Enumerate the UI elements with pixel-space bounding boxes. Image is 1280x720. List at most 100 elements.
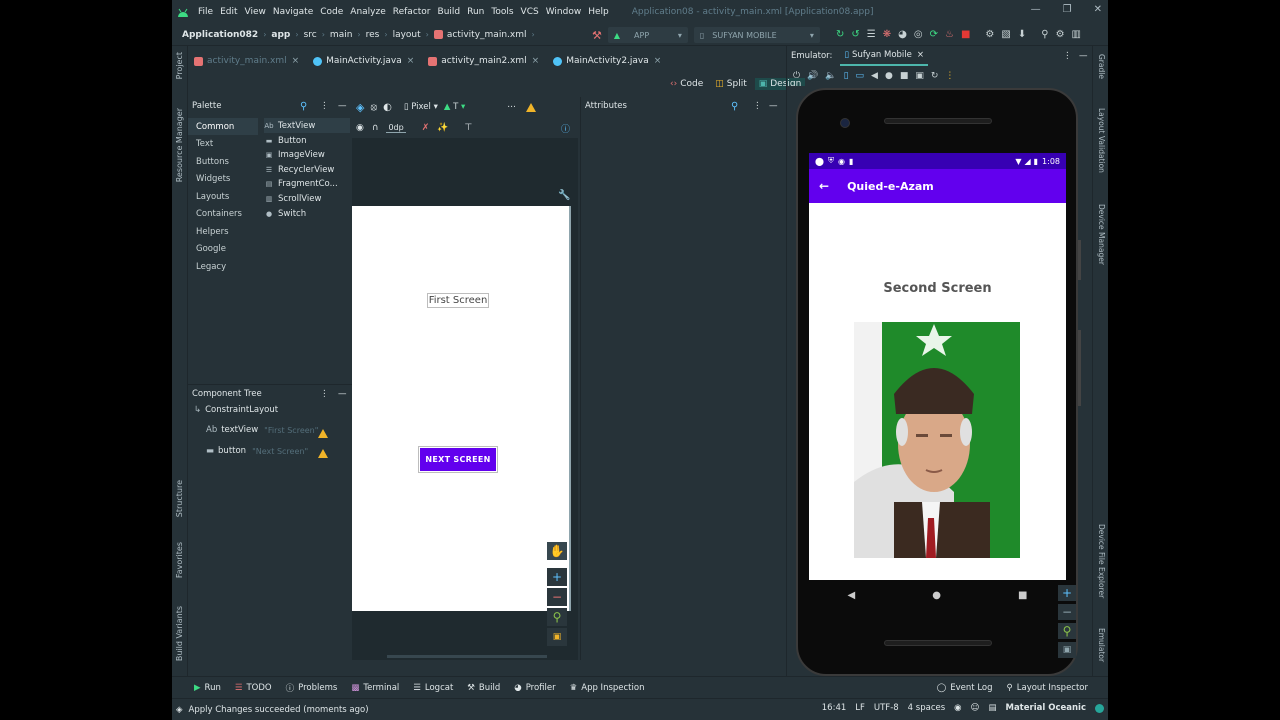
- zoom-out-icon[interactable]: −: [1058, 604, 1076, 620]
- nav-home-icon[interactable]: ●: [932, 590, 941, 601]
- emulator-device-tab[interactable]: ▯ Sufyan Mobile ×: [840, 46, 929, 66]
- search-icon[interactable]: ⚲: [731, 101, 738, 112]
- dev-icon[interactable]: ♨: [945, 29, 954, 40]
- back-icon[interactable]: ◀: [871, 71, 878, 81]
- palette-category-buttons[interactable]: Buttons: [188, 153, 258, 170]
- menu-analyze[interactable]: Analyze: [350, 7, 385, 17]
- tool-emulator[interactable]: Emulator: [1097, 628, 1106, 662]
- phone-side-button[interactable]: [1078, 330, 1081, 406]
- margin-field[interactable]: 0dp: [386, 123, 406, 133]
- palette-category-legacy[interactable]: Legacy: [188, 258, 258, 275]
- more-options-icon[interactable]: ⋮: [945, 71, 954, 81]
- menu-help[interactable]: Help: [588, 7, 609, 17]
- menu-run[interactable]: Run: [467, 7, 484, 17]
- menu-navigate[interactable]: Navigate: [273, 7, 313, 17]
- search-icon[interactable]: ⚲: [1041, 29, 1048, 40]
- tool-gradle[interactable]: Gradle: [1097, 54, 1106, 79]
- menu-window[interactable]: Window: [546, 7, 582, 17]
- palette-category-google[interactable]: Google: [188, 241, 258, 258]
- menu-refactor[interactable]: Refactor: [393, 7, 431, 17]
- minimize-icon[interactable]: —: [1031, 4, 1041, 15]
- rotate-right-icon[interactable]: ▭: [856, 71, 865, 81]
- device-dropdown-design[interactable]: ▯ Pixel ▾: [404, 102, 438, 112]
- palette-item-button[interactable]: ▬ Button: [264, 133, 350, 148]
- zoom-fit-icon[interactable]: ⚲: [547, 608, 567, 626]
- tool-todo[interactable]: ☰ TODO: [235, 683, 272, 693]
- close-icon[interactable]: ✕: [1094, 4, 1102, 15]
- hammer-icon[interactable]: ⚒: [592, 29, 602, 42]
- theme-icon[interactable]: [1095, 703, 1104, 713]
- indent-setting[interactable]: 4 spaces: [908, 703, 945, 713]
- palette-category-helpers[interactable]: Helpers: [188, 223, 258, 240]
- file-encoding[interactable]: UTF-8: [874, 703, 899, 713]
- split-mode-button[interactable]: ◫ Split: [711, 78, 750, 90]
- run-config-dropdown[interactable]: ▲ APP ▾: [607, 27, 688, 43]
- back-arrow-icon[interactable]: ←: [819, 179, 829, 193]
- tool-structure[interactable]: Structure: [175, 480, 184, 517]
- menu-view[interactable]: View: [245, 7, 266, 17]
- breadcrumb-res[interactable]: res: [366, 30, 380, 40]
- device-dropdown[interactable]: ▯ SUFYAN MOBILE ▾: [693, 27, 820, 43]
- volume-down-icon[interactable]: 🔈: [825, 71, 836, 81]
- memory-icon[interactable]: ▤: [988, 703, 996, 713]
- clear-constraints-icon[interactable]: ✗: [422, 123, 430, 133]
- cursor-position[interactable]: 16:41: [822, 703, 847, 713]
- user-icon[interactable]: ▥: [1072, 29, 1081, 40]
- device-preview[interactable]: [352, 206, 571, 611]
- palette-item-textview[interactable]: Ab TextView: [264, 118, 350, 133]
- menu-tools[interactable]: Tools: [491, 7, 513, 17]
- next-screen-button[interactable]: NEXT SCREEN: [418, 446, 498, 473]
- blueprint-icon[interactable]: ⦻: [370, 102, 377, 113]
- close-icon[interactable]: ×: [917, 50, 924, 60]
- breadcrumb-layout[interactable]: layout: [393, 30, 421, 40]
- breadcrumb-src[interactable]: src: [304, 30, 317, 40]
- close-icon[interactable]: ×: [654, 56, 662, 66]
- tool-resource-manager[interactable]: Resource Manager: [175, 108, 184, 182]
- stop-icon[interactable]: ■: [961, 29, 970, 40]
- horizontal-scrollbar[interactable]: [387, 655, 547, 658]
- tool-event-log[interactable]: ◯ Event Log: [937, 683, 993, 693]
- palette-category-layouts[interactable]: Layouts: [188, 188, 258, 205]
- palette-category-common[interactable]: Common: [188, 118, 258, 135]
- minimize-icon[interactable]: —: [1079, 51, 1088, 61]
- theme-name[interactable]: Material Oceanic: [1005, 703, 1086, 713]
- pan-icon[interactable]: ✋: [547, 542, 567, 560]
- zoom-out-icon[interactable]: −: [547, 588, 567, 606]
- zoom-in-icon[interactable]: +: [1058, 585, 1076, 601]
- more-options-icon[interactable]: ⋮: [320, 101, 329, 111]
- power-icon[interactable]: ⏻: [793, 71, 800, 81]
- code-mode-button[interactable]: ‹› Code: [666, 78, 707, 90]
- zoom-actual-icon[interactable]: ▣: [1058, 642, 1076, 658]
- tool-favorites[interactable]: Favorites: [175, 542, 184, 578]
- warning-icon[interactable]: [318, 429, 328, 438]
- avd-manager-icon[interactable]: ▧: [1001, 29, 1010, 40]
- tool-layout-validation[interactable]: Layout Validation: [1097, 108, 1106, 173]
- warning-icon[interactable]: [318, 449, 328, 458]
- profile-icon[interactable]: ◕: [898, 29, 907, 40]
- tool-profiler[interactable]: ◕ Profiler: [514, 683, 555, 693]
- eye-icon[interactable]: ◉: [356, 123, 364, 133]
- palette-item-fragmentcontainer[interactable]: ▤ FragmentCo...: [264, 177, 350, 192]
- menu-build[interactable]: Build: [438, 7, 461, 17]
- palette-item-imageview[interactable]: ▣ ImageView: [264, 148, 350, 163]
- home-icon[interactable]: ●: [885, 71, 893, 81]
- tool-layout-inspector[interactable]: ⚲ Layout Inspector: [1007, 683, 1088, 693]
- menu-code[interactable]: Code: [320, 7, 343, 17]
- warning-icon[interactable]: [525, 102, 536, 112]
- nav-back-icon[interactable]: ◀: [848, 590, 856, 601]
- close-icon[interactable]: ×: [407, 56, 415, 66]
- guidelines-icon[interactable]: ⊤: [464, 123, 472, 133]
- palette-category-containers[interactable]: Containers: [188, 206, 258, 223]
- nav-overview-icon[interactable]: ■: [1018, 590, 1027, 601]
- tool-problems[interactable]: ⓘ Problems: [286, 682, 338, 694]
- tree-item-button[interactable]: ▬ button "Next Screen": [206, 446, 308, 456]
- breadcrumb-project[interactable]: Application082: [182, 30, 258, 40]
- palette-item-recyclerview[interactable]: ☰ RecyclerView: [264, 162, 350, 177]
- close-icon[interactable]: ×: [292, 56, 300, 66]
- volume-up-icon[interactable]: 🔊: [807, 71, 818, 81]
- api-dropdown[interactable]: ▲ T ▾: [444, 102, 465, 112]
- overview-icon[interactable]: ■: [900, 71, 909, 81]
- run-coverage-icon[interactable]: ☰: [867, 29, 876, 40]
- textview-first-screen[interactable]: First Screen: [427, 293, 489, 308]
- palette-item-scrollview[interactable]: ▥ ScrollView: [264, 191, 350, 206]
